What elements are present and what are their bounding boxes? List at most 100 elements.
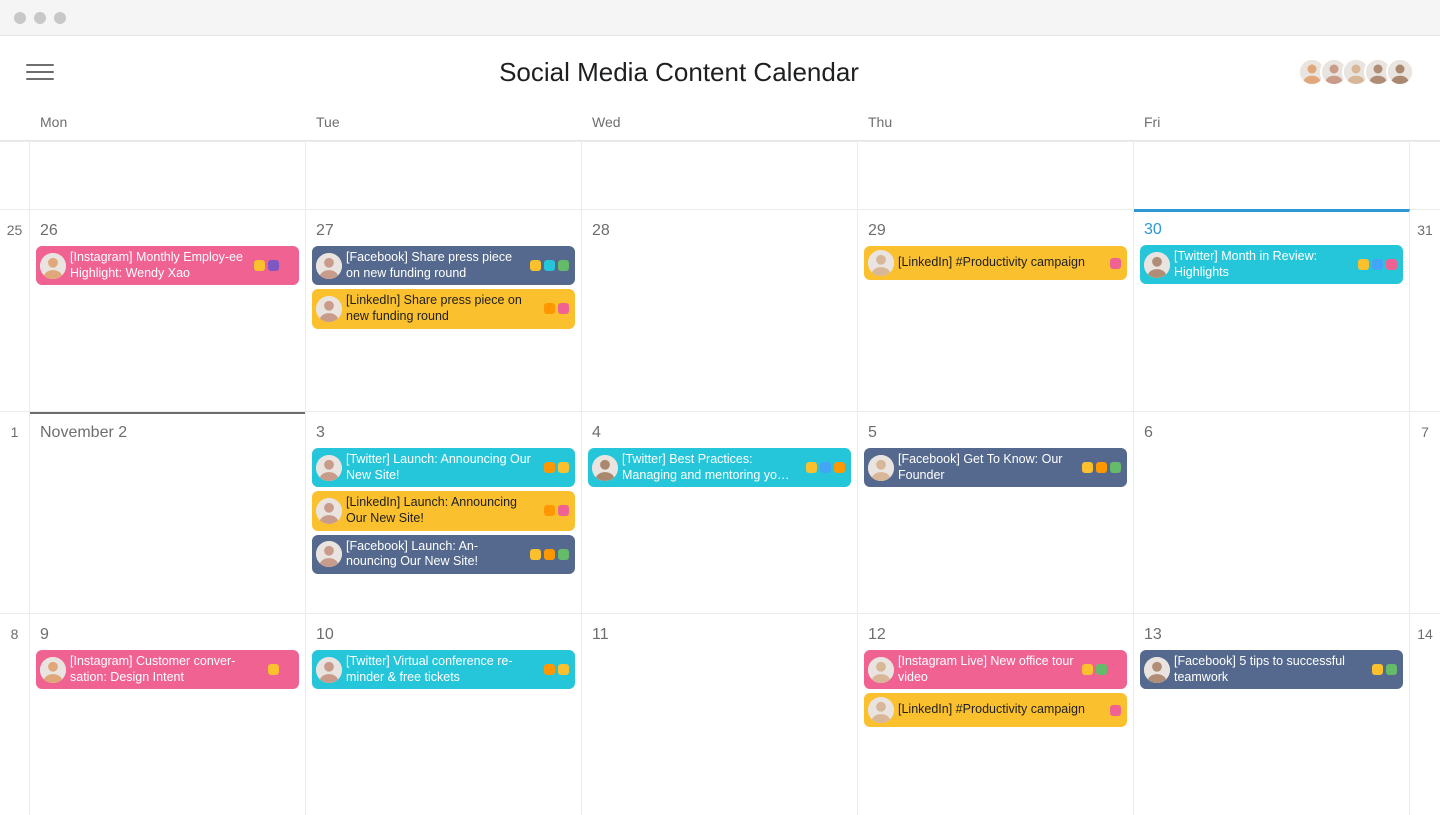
tag-purple	[268, 260, 279, 271]
gutter-day-number: 7	[1410, 424, 1440, 440]
tag-orange	[834, 462, 845, 473]
calendar-cell[interactable]: 10[Twitter] Virtual conference re-minder…	[306, 613, 582, 815]
task-tags	[530, 260, 569, 271]
calendar-grid: 2526[Instagram] Monthly Employ-ee Highli…	[0, 141, 1440, 815]
gutter-day: 7	[1410, 411, 1440, 613]
task-title: [LinkedIn] Launch: Announcing Our New Si…	[346, 495, 540, 526]
task-card[interactable]: [Twitter] Best Practices: Managing and m…	[588, 448, 851, 487]
task-card[interactable]: [Facebook] Get To Know: Our Founder	[864, 448, 1127, 487]
calendar-cell[interactable]: 12 [Instagram Live] New office tour video…	[858, 613, 1134, 815]
avatar[interactable]	[1386, 58, 1414, 86]
task-card[interactable]: [Facebook] 5 tips to successful teamwork	[1140, 650, 1403, 689]
calendar-cell[interactable]: 27[Facebook] Share press piece on new fu…	[306, 209, 582, 411]
calendar-cell[interactable]	[858, 141, 1134, 209]
assignee-avatar	[316, 455, 342, 481]
task-title: [LinkedIn] #Productivity campaign	[898, 255, 1106, 271]
tag-orange	[544, 664, 555, 675]
tag-yellow	[1372, 664, 1383, 675]
task-card[interactable]: [LinkedIn] Launch: Announcing Our New Si…	[312, 491, 575, 530]
gutter-day-number: 14	[1410, 626, 1440, 642]
weekday-label: Fri	[1134, 108, 1410, 140]
tag-pink	[282, 664, 293, 675]
weekday-label: Thu	[858, 108, 1134, 140]
tag-orange	[544, 462, 555, 473]
task-title: [Instagram] Monthly Employ-ee Highlight:…	[70, 250, 250, 281]
calendar-cell[interactable]	[306, 141, 582, 209]
day-number: 12	[864, 626, 1127, 644]
day-number: 11	[588, 626, 851, 644]
task-tags	[1358, 259, 1397, 270]
tag-yellow	[268, 664, 279, 675]
weekday-label: Wed	[582, 108, 858, 140]
task-title: [Facebook] 5 tips to successful teamwork	[1174, 654, 1368, 685]
task-tags	[544, 664, 569, 675]
gutter-day	[0, 141, 30, 209]
task-card[interactable]: [Facebook] Launch: An-nouncing Our New S…	[312, 535, 575, 574]
task-tags	[1082, 462, 1121, 473]
tag-yellow	[806, 462, 817, 473]
tag-yellow	[1082, 462, 1093, 473]
calendar-cell[interactable]	[1134, 141, 1410, 209]
calendar-cell[interactable]: 3 [Twitter] Launch: Announcing Our New Si…	[306, 411, 582, 613]
calendar-cell[interactable]: November 2	[30, 411, 306, 613]
app-header: Social Media Content Calendar	[0, 36, 1440, 108]
calendar-cell[interactable]: 9[Instagram] Customer conver-sation: Des…	[30, 613, 306, 815]
assignee-avatar	[316, 657, 342, 683]
task-title: [Facebook] Share press piece on new fund…	[346, 250, 526, 281]
gutter-day: 14	[1410, 613, 1440, 815]
day-number: 5	[864, 424, 1127, 442]
weekday-label: Mon	[30, 108, 306, 140]
gutter-day: 31	[1410, 209, 1440, 411]
task-card[interactable]: [LinkedIn] #Productivity campaign	[864, 246, 1127, 280]
task-card[interactable]: [Twitter] Month in Review: Highlights	[1140, 245, 1403, 284]
window-titlebar	[0, 0, 1440, 36]
day-number: 3	[312, 424, 575, 442]
tag-blue	[1372, 259, 1383, 270]
calendar-cell[interactable]: 29[LinkedIn] #Productivity campaign	[858, 209, 1134, 411]
day-number: 28	[588, 222, 851, 240]
day-number: 30	[1140, 221, 1403, 239]
traffic-close[interactable]	[14, 12, 26, 24]
calendar-cell[interactable]: 13[Facebook] 5 tips to successful teamwo…	[1134, 613, 1410, 815]
assignee-avatar	[868, 455, 894, 481]
traffic-minimize[interactable]	[34, 12, 46, 24]
gutter-day	[1410, 141, 1440, 209]
tag-orange	[544, 505, 555, 516]
gutter-day: 25	[0, 209, 30, 411]
calendar-cell[interactable]: 30 [Twitter] Month in Review: Highlights	[1134, 209, 1410, 411]
gutter-day-number: 25	[0, 222, 29, 238]
assignee-avatar	[1144, 657, 1170, 683]
tag-yellow	[1358, 259, 1369, 270]
task-title: [Facebook] Launch: An-nouncing Our New S…	[346, 539, 526, 570]
task-card[interactable]: [Instagram] Customer conver-sation: Desi…	[36, 650, 299, 689]
tag-orange	[544, 303, 555, 314]
tag-yellow	[530, 260, 541, 271]
task-card[interactable]: [Facebook] Share press piece on new fund…	[312, 246, 575, 285]
task-card[interactable]: [LinkedIn] Share press piece on new fund…	[312, 289, 575, 328]
task-card[interactable]: [Twitter] Virtual conference re-minder &…	[312, 650, 575, 689]
task-tags	[254, 260, 293, 271]
menu-icon[interactable]	[26, 58, 54, 86]
tag-yellow	[254, 260, 265, 271]
task-card[interactable]: [LinkedIn] #Productivity campaign	[864, 693, 1127, 727]
calendar-cell[interactable]: 26[Instagram] Monthly Employ-ee Highligh…	[30, 209, 306, 411]
header-avatars[interactable]	[1304, 58, 1414, 86]
task-card[interactable]: [Twitter] Launch: Announcing Our New Sit…	[312, 448, 575, 487]
task-card[interactable]: [Instagram Live] New office tour video	[864, 650, 1127, 689]
traffic-zoom[interactable]	[54, 12, 66, 24]
tag-pink	[1110, 705, 1121, 716]
calendar-cell[interactable]	[582, 141, 858, 209]
calendar-cell[interactable]: 5 [Facebook] Get To Know: Our Founder	[858, 411, 1134, 613]
task-card[interactable]: [Instagram] Monthly Employ-ee Highlight:…	[36, 246, 299, 285]
assignee-avatar	[592, 455, 618, 481]
tag-pink	[558, 303, 569, 314]
calendar-cell[interactable]: 28	[582, 209, 858, 411]
day-number: 6	[1140, 424, 1403, 442]
calendar-cell[interactable]: 11	[582, 613, 858, 815]
calendar-cell[interactable]: 4[Twitter] Best Practices: Managing and …	[582, 411, 858, 613]
calendar-cell[interactable]	[30, 141, 306, 209]
task-tags	[544, 462, 569, 473]
calendar-cell[interactable]: 6	[1134, 411, 1410, 613]
tag-yellow	[558, 462, 569, 473]
gutter-day: 1	[0, 411, 30, 613]
